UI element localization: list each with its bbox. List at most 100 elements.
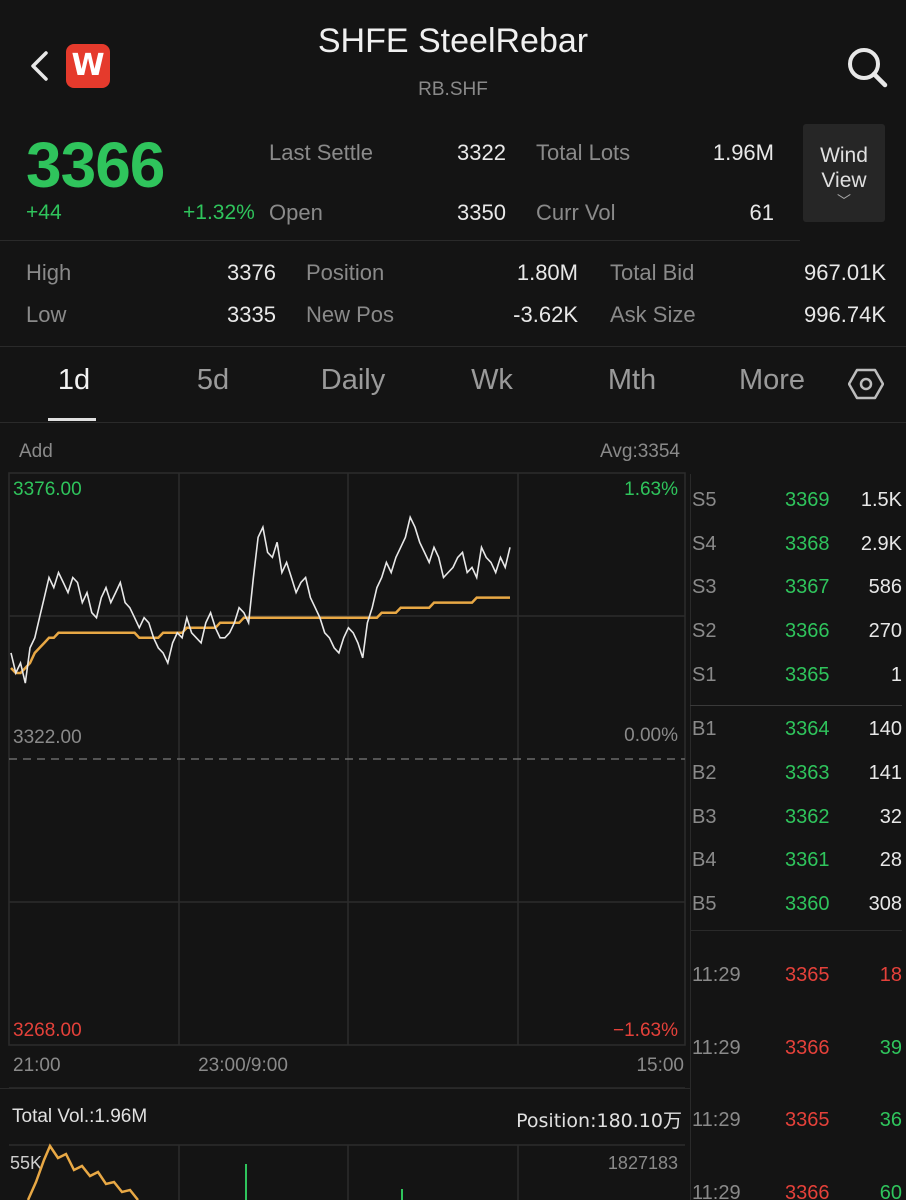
ask-row[interactable]: S3 3367 586 (690, 576, 906, 606)
pct-top-label: 1.63% (624, 479, 678, 500)
wind-view-line1: Wind (820, 144, 868, 167)
ask-size-value: 996.74K (804, 302, 886, 327)
total-lots-value: 1.96M (712, 140, 774, 165)
bid-row[interactable]: B5 3360 308 (690, 893, 906, 923)
high-value: 3376 (227, 260, 276, 285)
tick-time: 11:29 (692, 1037, 741, 1059)
last-settle-label: Last Settle (269, 140, 373, 165)
ask-price: 3365 (785, 664, 830, 686)
ask-volume: 586 (868, 576, 902, 598)
high-label: High (26, 260, 72, 285)
tab-daily[interactable]: Daily (303, 364, 403, 397)
ask-row[interactable]: S5 3369 1.5K (690, 489, 906, 519)
bid-level-label: B5 (692, 893, 717, 915)
tick-row: 11:29 3365 18 (690, 964, 906, 994)
bid-price: 3360 (785, 893, 830, 915)
ask-row[interactable]: S1 3365 1 (690, 664, 906, 694)
curr-vol-value: 61 (749, 200, 774, 225)
bid-volume: 32 (879, 806, 902, 828)
ask-price: 3366 (785, 620, 830, 642)
ask-level-label: S4 (692, 533, 717, 555)
total-lots-label: Total Lots (536, 140, 631, 165)
bid-price: 3362 (785, 806, 830, 828)
bid-level-label: B3 (692, 806, 717, 828)
bid-price: 3361 (785, 849, 830, 871)
ticks-separator (690, 930, 902, 931)
ask-volume: 270 (868, 620, 902, 642)
last-settle-value: 3322 (457, 140, 506, 165)
tab-1d[interactable]: 1d (24, 364, 124, 397)
wind-view-line2: View (821, 169, 867, 192)
low-value: 3335 (227, 302, 276, 327)
ask-price: 3369 (785, 489, 830, 511)
low-label: Low (26, 302, 67, 327)
wind-view-button[interactable]: Wind View ﹀ (803, 124, 885, 222)
curr-vol-label: Curr Vol (536, 200, 616, 225)
volume-left-axis-label: 55K (10, 1153, 42, 1173)
tab-more[interactable]: More (722, 364, 822, 397)
last-price: 3366 (26, 129, 165, 201)
tick-volume: 18 (879, 964, 902, 986)
y-axis-mid-label: 3322.00 (13, 727, 82, 748)
open-label: Open (269, 200, 323, 225)
ask-row[interactable]: S2 3366 270 (690, 620, 906, 650)
ask-price: 3367 (785, 576, 830, 598)
volume-right-axis-label: 1827183 (608, 1153, 678, 1173)
y-axis-top-label: 3376.00 (13, 479, 82, 500)
bid-row[interactable]: B3 3362 32 (690, 806, 906, 836)
x-axis-label-start: 21:00 (13, 1055, 61, 1076)
bid-row[interactable]: B1 3364 140 (690, 718, 906, 748)
chevron-down-icon: ﹀ (837, 193, 851, 209)
bid-level-label: B1 (692, 718, 717, 740)
ask-level-label: S1 (692, 664, 717, 686)
price-change-pct: +1.32% (183, 201, 255, 224)
ask-level-label: S3 (692, 576, 717, 598)
position-value: 1.80M (516, 260, 578, 285)
ask-level-label: S2 (692, 620, 717, 642)
position-label: Position (306, 260, 385, 285)
tick-time: 11:29 (692, 964, 741, 986)
pct-bottom-label: −1.63% (613, 1020, 678, 1041)
tick-volume: 60 (879, 1182, 902, 1200)
divider (0, 1088, 690, 1089)
x-axis-label-end: 15:00 (636, 1055, 684, 1076)
total-bid-label: Total Bid (610, 260, 695, 285)
ask-volume: 1 (890, 664, 902, 686)
search-icon[interactable] (844, 44, 890, 90)
tab-5d[interactable]: 5d (163, 364, 263, 397)
bid-volume: 140 (868, 718, 902, 740)
active-tab-indicator (48, 418, 96, 421)
tick-row: 11:29 3365 36 (690, 1109, 906, 1139)
tick-row: 11:29 3366 60 (690, 1182, 906, 1200)
y-axis-bottom-label: 3268.00 (13, 1020, 82, 1041)
settings-hexagon-icon[interactable] (848, 366, 884, 402)
total-bid-value: 967.01K (804, 260, 886, 285)
bid-price: 3363 (785, 762, 830, 784)
tick-volume: 36 (879, 1109, 902, 1131)
open-value: 3350 (457, 200, 506, 225)
bid-level-label: B2 (692, 762, 717, 784)
bid-ask-separator (690, 705, 902, 706)
page-title: SHFE SteelRebar (317, 22, 589, 60)
divider (0, 346, 906, 347)
tick-price: 3366 (785, 1182, 830, 1200)
tab-weekly[interactable]: Wk (442, 364, 542, 397)
tab-monthly[interactable]: Mth (582, 364, 682, 397)
tick-row: 11:29 3366 39 (690, 1037, 906, 1067)
average-price-line (10, 596, 510, 675)
ask-volume: 2.9K (860, 533, 902, 555)
bid-volume: 28 (879, 849, 902, 871)
new-pos-value: -3.62K (513, 302, 578, 327)
tick-price: 3366 (785, 1037, 830, 1059)
add-indicator-button[interactable]: Add (19, 441, 53, 463)
x-axis-label-mid: 23:00/9:00 (198, 1055, 288, 1076)
bid-volume: 308 (868, 893, 902, 915)
position-volume-label: Position:180.10万 (516, 1110, 682, 1132)
bid-row[interactable]: B4 3361 28 (690, 849, 906, 879)
divider (0, 240, 800, 241)
intraday-chart[interactable]: 3376.00 3322.00 3268.00 1.63% 0.00% −1.6… (0, 470, 690, 1200)
ask-row[interactable]: S4 3368 2.9K (690, 533, 906, 563)
tick-time: 11:29 (692, 1109, 741, 1131)
bid-row[interactable]: B2 3363 141 (690, 762, 906, 792)
bid-volume: 141 (868, 762, 902, 784)
